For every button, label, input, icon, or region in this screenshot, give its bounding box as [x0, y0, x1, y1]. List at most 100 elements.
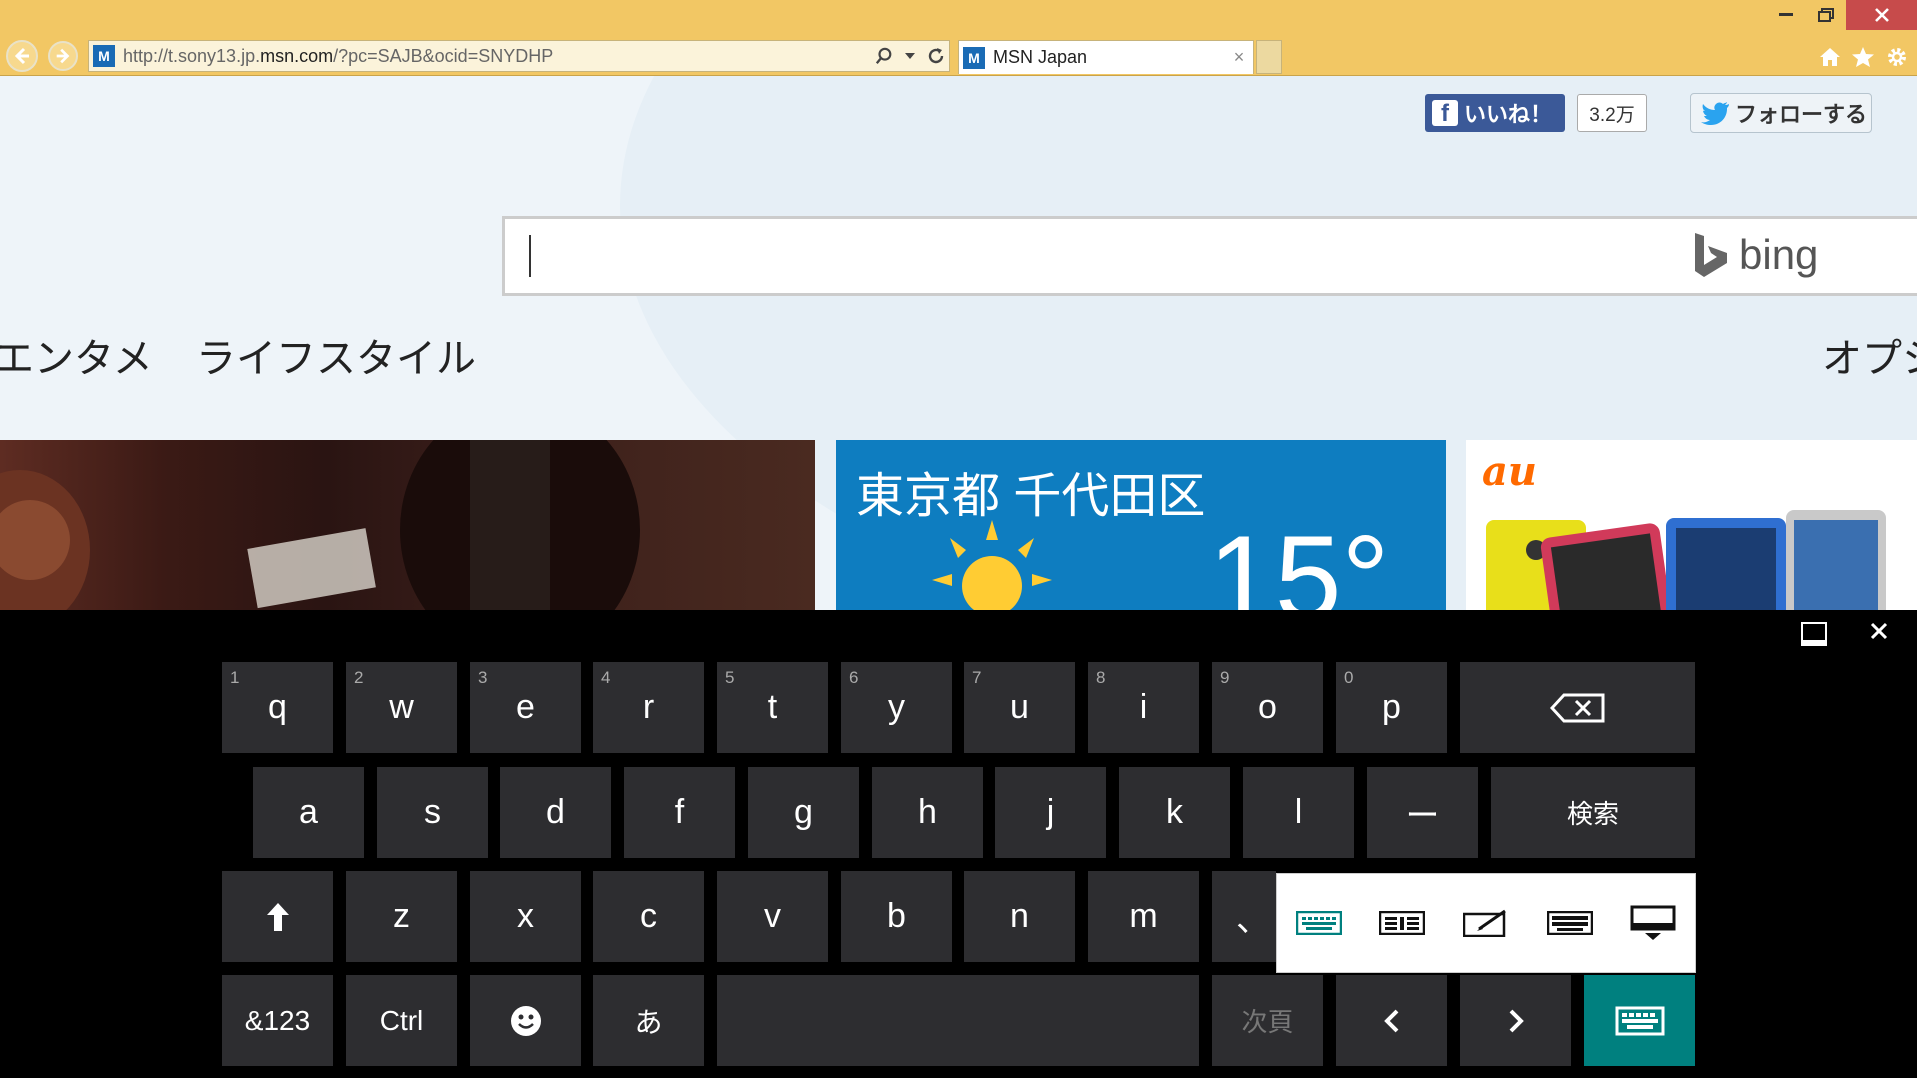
back-arrow-icon: [14, 47, 29, 65]
backspace-key[interactable]: [1460, 662, 1695, 753]
facebook-icon: f: [1432, 100, 1458, 126]
key-n[interactable]: n: [964, 871, 1075, 962]
favorites-star-icon[interactable]: [1848, 42, 1878, 72]
keyboard-dock-button[interactable]: [1800, 622, 1828, 646]
window-close-button[interactable]: [1846, 0, 1917, 30]
key-y[interactable]: 6y: [841, 662, 952, 753]
key-w[interactable]: 2w: [346, 662, 457, 753]
settings-gear-icon[interactable]: [1882, 42, 1912, 72]
layout-hide-option[interactable]: [1623, 903, 1683, 943]
next-page-key[interactable]: 次頁: [1212, 975, 1323, 1066]
weather-temperature: 15°: [1208, 511, 1390, 610]
home-icon[interactable]: [1815, 42, 1845, 72]
au-ad-tile[interactable]: au: [1466, 440, 1917, 610]
bing-b-icon: [1695, 233, 1727, 277]
keyboard-full-icon: [1546, 911, 1593, 935]
keyboard-icon: [1615, 1006, 1664, 1035]
twitter-bird-icon: [1701, 102, 1729, 125]
key-q[interactable]: 1q: [222, 662, 333, 753]
keyboard-standard-icon: [1295, 911, 1342, 935]
keyboard-layout-key[interactable]: [1584, 975, 1695, 1066]
key-e[interactable]: 3e: [470, 662, 581, 753]
tab-msn-japan[interactable]: M MSN Japan ×: [958, 40, 1254, 74]
key-o[interactable]: 9o: [1212, 662, 1323, 753]
layout-full-option[interactable]: [1540, 903, 1600, 943]
key-f[interactable]: f: [624, 767, 735, 858]
dropdown-chevron-icon[interactable]: [897, 42, 923, 70]
key-b[interactable]: b: [841, 871, 952, 962]
sunny-icon: [932, 520, 1052, 610]
key-u[interactable]: 7u: [964, 662, 1075, 753]
smartphones-image: [1486, 510, 1886, 610]
layout-standard-option[interactable]: [1289, 903, 1349, 943]
ctrl-key[interactable]: Ctrl: [346, 975, 457, 1066]
au-logo: au: [1482, 448, 1537, 495]
address-url[interactable]: http://t.sony13.jp.msn.com/?pc=SAJB&ocid…: [123, 46, 871, 67]
new-tab-button[interactable]: [1256, 40, 1282, 74]
key-j[interactable]: j: [995, 767, 1106, 858]
shift-arrow-icon: [266, 902, 289, 931]
shift-key[interactable]: [222, 871, 333, 962]
key-d[interactable]: d: [500, 767, 611, 858]
keyboard-close-button[interactable]: [1864, 616, 1894, 646]
key-v[interactable]: v: [717, 871, 828, 962]
key-m[interactable]: m: [1088, 871, 1199, 962]
key-g[interactable]: g: [748, 767, 859, 858]
layout-split-option[interactable]: [1372, 903, 1432, 943]
window-minimize-button[interactable]: [1766, 0, 1806, 30]
space-key[interactable]: [717, 975, 1199, 1066]
keyboard-hide-icon: [1630, 905, 1676, 940]
weather-location: 東京都 千代田区: [856, 470, 1206, 523]
news-photo-tile[interactable]: [0, 440, 815, 610]
symbols-key[interactable]: &123: [222, 975, 333, 1066]
tab-title: MSN Japan: [993, 47, 1088, 67]
emoji-key[interactable]: [470, 975, 581, 1066]
food-photo: [0, 440, 640, 610]
key-comma[interactable]: 、: [1212, 871, 1276, 962]
key-k[interactable]: k: [1119, 767, 1230, 858]
chevron-right-icon: [1509, 1009, 1524, 1032]
search-icon[interactable]: [871, 42, 897, 70]
key-r[interactable]: 4r: [593, 662, 704, 753]
key-s[interactable]: s: [377, 767, 488, 858]
msn-favicon-icon: M: [93, 45, 115, 67]
key-h[interactable]: h: [872, 767, 983, 858]
layout-handwriting-option[interactable]: [1456, 903, 1516, 943]
search-key[interactable]: 検索: [1491, 767, 1695, 858]
handwriting-pen-icon: [1462, 909, 1506, 937]
msn-favicon-icon: M: [963, 46, 985, 69]
cursor-left-key[interactable]: [1336, 975, 1447, 1066]
back-button[interactable]: [6, 40, 38, 72]
key-c[interactable]: c: [593, 871, 704, 962]
cursor-right-key[interactable]: [1460, 975, 1571, 1066]
key-x[interactable]: x: [470, 871, 581, 962]
keyboard-layout-menu: [1276, 873, 1696, 973]
bing-search-input[interactable]: bing ウェ: [502, 216, 1917, 296]
key-z[interactable]: z: [346, 871, 457, 962]
keyboard-split-icon: [1379, 911, 1426, 935]
key-a[interactable]: a: [253, 767, 364, 858]
twitter-follow-button[interactable]: フォローする: [1690, 93, 1872, 133]
nav-link-lifestyle[interactable]: ライフスタイル: [196, 326, 476, 384]
forward-button[interactable]: [48, 41, 78, 71]
restore-icon: [1818, 8, 1834, 22]
key-p[interactable]: 0p: [1336, 662, 1447, 753]
weather-tile[interactable]: 東京都 千代田区 15°: [836, 440, 1446, 610]
tab-close-button[interactable]: ×: [1225, 47, 1253, 68]
nav-link-options[interactable]: オプシ: [1822, 326, 1917, 384]
browser-chrome: M http://t.sony13.jp.msn.com/?pc=SAJB&oc…: [0, 0, 1917, 76]
msn-page: f いいね！ 3.2万 フォローする bing ウェ エンタメ ライフスタイル …: [0, 76, 1917, 610]
key-t[interactable]: 5t: [717, 662, 828, 753]
nav-link-entertainment[interactable]: エンタメ: [0, 326, 153, 384]
key-i[interactable]: 8i: [1088, 662, 1199, 753]
text-caret: [529, 235, 531, 277]
key-l[interactable]: l: [1243, 767, 1354, 858]
refresh-icon[interactable]: [923, 42, 949, 70]
window-restore-button[interactable]: [1806, 0, 1846, 30]
key-long-vowel[interactable]: ー: [1367, 767, 1478, 858]
facebook-like-button[interactable]: f いいね！: [1425, 94, 1565, 132]
kana-key[interactable]: あ: [593, 975, 704, 1066]
forward-arrow-icon: [56, 48, 70, 64]
close-icon: [1874, 8, 1889, 22]
address-bar[interactable]: M http://t.sony13.jp.msn.com/?pc=SAJB&oc…: [88, 40, 950, 72]
